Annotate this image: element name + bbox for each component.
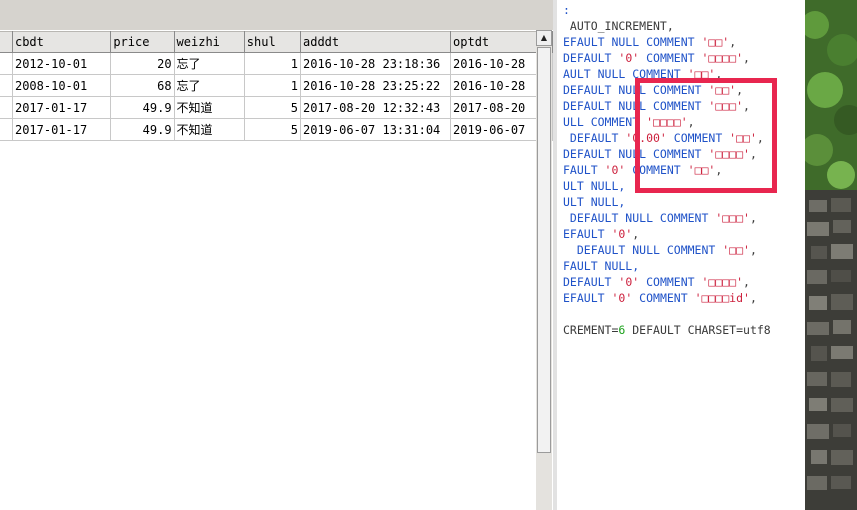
ddl-text-panel[interactable]: : AUTO_INCREMENT, EFAULT NULL COMMENT '□□… bbox=[557, 0, 804, 510]
ddl-token: , bbox=[632, 227, 640, 241]
scrollbar-thumb[interactable] bbox=[537, 47, 551, 453]
ddl-token: DEFAULT bbox=[563, 51, 619, 65]
vertical-scrollbar[interactable]: ▲ bbox=[536, 30, 552, 510]
cell-adddt[interactable]: 2016-10-28 23:25:22 bbox=[300, 74, 452, 97]
cell-adddt[interactable]: 2016-10-28 23:18:36 bbox=[300, 52, 452, 75]
highlight-annotation bbox=[635, 78, 777, 193]
ddl-line: DEFAULT NULL COMMENT '□□', bbox=[563, 242, 757, 258]
row-selector[interactable] bbox=[0, 52, 14, 75]
ddl-token: DEFAULT NULL COMMENT bbox=[563, 211, 716, 225]
cell-price[interactable]: 49.9 bbox=[110, 96, 175, 119]
ddl-line: DEFAULT NULL COMMENT '□□□', bbox=[563, 210, 757, 226]
ddl-line: EFAULT NULL COMMENT '□□', bbox=[563, 34, 736, 50]
row-selector-header[interactable] bbox=[0, 31, 14, 53]
ddl-token: DEFAULT bbox=[563, 131, 626, 145]
cell-price[interactable]: 20 bbox=[110, 52, 175, 75]
ddl-token: '□□' bbox=[701, 35, 730, 49]
ddl-token: '0' bbox=[604, 163, 626, 177]
cell-adddt[interactable]: 2019-06-07 13:31:04 bbox=[300, 118, 452, 141]
column-header-adddt[interactable]: adddt bbox=[300, 31, 452, 53]
ddl-token: '□□□□' bbox=[701, 275, 744, 289]
cell-shul[interactable]: 1 bbox=[244, 74, 302, 97]
table-row[interactable]: 2017-01-17 49.9 不知道 5 2019-06-07 13:31:0… bbox=[0, 118, 553, 141]
ddl-token: COMMENT bbox=[632, 291, 695, 305]
cell-weizhi[interactable]: 忘了 bbox=[174, 74, 245, 97]
scroll-up-button[interactable]: ▲ bbox=[536, 30, 552, 46]
ddl-token: '0' bbox=[611, 291, 633, 305]
ddl-line: AUTO_INCREMENT, bbox=[563, 18, 674, 34]
ddl-line: DEFAULT '0' COMMENT '□□□□', bbox=[563, 274, 750, 290]
cell-shul[interactable]: 5 bbox=[244, 96, 302, 119]
cell-price[interactable]: 49.9 bbox=[110, 118, 175, 141]
row-selector[interactable] bbox=[0, 96, 14, 119]
cell-cbdt[interactable]: 2017-01-17 bbox=[12, 96, 112, 119]
ddl-line: : bbox=[563, 2, 570, 18]
ddl-token: '0' bbox=[618, 275, 640, 289]
ddl-token: COMMENT bbox=[639, 51, 702, 65]
cell-weizhi[interactable]: 不知道 bbox=[174, 118, 245, 141]
ddl-token: '□□' bbox=[722, 243, 750, 257]
grid-toolbar-area bbox=[0, 0, 553, 30]
cell-price[interactable]: 68 bbox=[110, 74, 175, 97]
ddl-token: DEFAULT CHARSET=utf8 bbox=[625, 323, 771, 337]
column-header-cbdt[interactable]: cbdt bbox=[12, 31, 112, 53]
column-header-weizhi[interactable]: weizhi bbox=[174, 31, 245, 53]
row-selector[interactable] bbox=[0, 74, 14, 97]
ddl-line: ULT NULL, bbox=[563, 178, 625, 194]
ddl-line: EFAULT '0' COMMENT '□□□□id', bbox=[563, 290, 757, 306]
row-selector[interactable] bbox=[0, 118, 14, 141]
ddl-token: AUTO_INCREMENT, bbox=[563, 19, 674, 33]
grid-header-row: cbdt price weizhi shul adddt optdt bbox=[0, 31, 553, 53]
ddl-token: EFAULT NULL COMMENT bbox=[563, 35, 702, 49]
arrow-up-icon: ▲ bbox=[540, 33, 548, 42]
cell-weizhi[interactable]: 不知道 bbox=[174, 96, 245, 119]
ddl-token: '□□□□' bbox=[701, 51, 744, 65]
ddl-token: , bbox=[729, 35, 737, 49]
table-row[interactable]: 2008-10-01 68 忘了 1 2016-10-28 23:25:22 2… bbox=[0, 74, 553, 97]
result-grid: cbdt price weizhi shul adddt optdt 2012-… bbox=[0, 31, 553, 141]
ddl-line: CREMENT=6 DEFAULT CHARSET=utf8 bbox=[563, 322, 771, 338]
ddl-token: ULT NULL, bbox=[563, 179, 626, 193]
ddl-line: EFAULT '0', bbox=[563, 226, 639, 242]
table-row[interactable]: 2012-10-01 20 忘了 1 2016-10-28 23:18:36 2… bbox=[0, 52, 553, 75]
ddl-token: DEFAULT NULL COMMENT bbox=[563, 243, 723, 257]
result-grid-pane: cbdt price weizhi shul adddt optdt 2012-… bbox=[0, 0, 553, 510]
ddl-token: CREMENT= bbox=[563, 323, 619, 337]
ddl-token: '0' bbox=[611, 227, 633, 241]
cell-cbdt[interactable]: 2017-01-17 bbox=[12, 118, 112, 141]
cell-shul[interactable]: 1 bbox=[244, 52, 302, 75]
ddl-token: EFAULT bbox=[563, 227, 612, 241]
cell-cbdt[interactable]: 2008-10-01 bbox=[12, 74, 112, 97]
ddl-token: '0' bbox=[618, 51, 640, 65]
ddl-token: ULL COMMENT bbox=[563, 115, 647, 129]
ddl-token: ULT NULL, bbox=[563, 195, 626, 209]
ddl-token: , bbox=[749, 243, 757, 257]
cell-cbdt[interactable]: 2012-10-01 bbox=[12, 52, 112, 75]
ddl-token: FAULT bbox=[563, 163, 605, 177]
ddl-token: , bbox=[749, 211, 757, 225]
background-photo bbox=[805, 0, 857, 510]
ddl-token: '□□□□id' bbox=[694, 291, 750, 305]
cell-weizhi[interactable]: 忘了 bbox=[174, 52, 245, 75]
column-header-shul[interactable]: shul bbox=[244, 31, 302, 53]
ddl-token: DEFAULT bbox=[563, 275, 619, 289]
ddl-token: COMMENT bbox=[639, 275, 702, 289]
column-header-price[interactable]: price bbox=[110, 31, 175, 53]
ddl-token: , bbox=[743, 275, 750, 289]
ddl-token: , bbox=[743, 51, 750, 65]
ddl-line: DEFAULT '0' COMMENT '□□□□', bbox=[563, 50, 750, 66]
cell-adddt[interactable]: 2017-08-20 12:32:43 bbox=[300, 96, 452, 119]
ddl-line: ULT NULL, bbox=[563, 194, 625, 210]
cell-shul[interactable]: 5 bbox=[244, 118, 302, 141]
ddl-line: FAULT NULL, bbox=[563, 258, 639, 274]
ddl-token: , bbox=[749, 291, 757, 305]
ddl-token: FAULT NULL, bbox=[563, 259, 640, 273]
ddl-token: : bbox=[563, 3, 570, 17]
table-row[interactable]: 2017-01-17 49.9 不知道 5 2017-08-20 12:32:4… bbox=[0, 96, 553, 119]
ddl-token: '□□□' bbox=[715, 211, 750, 225]
ddl-token: EFAULT bbox=[563, 291, 612, 305]
